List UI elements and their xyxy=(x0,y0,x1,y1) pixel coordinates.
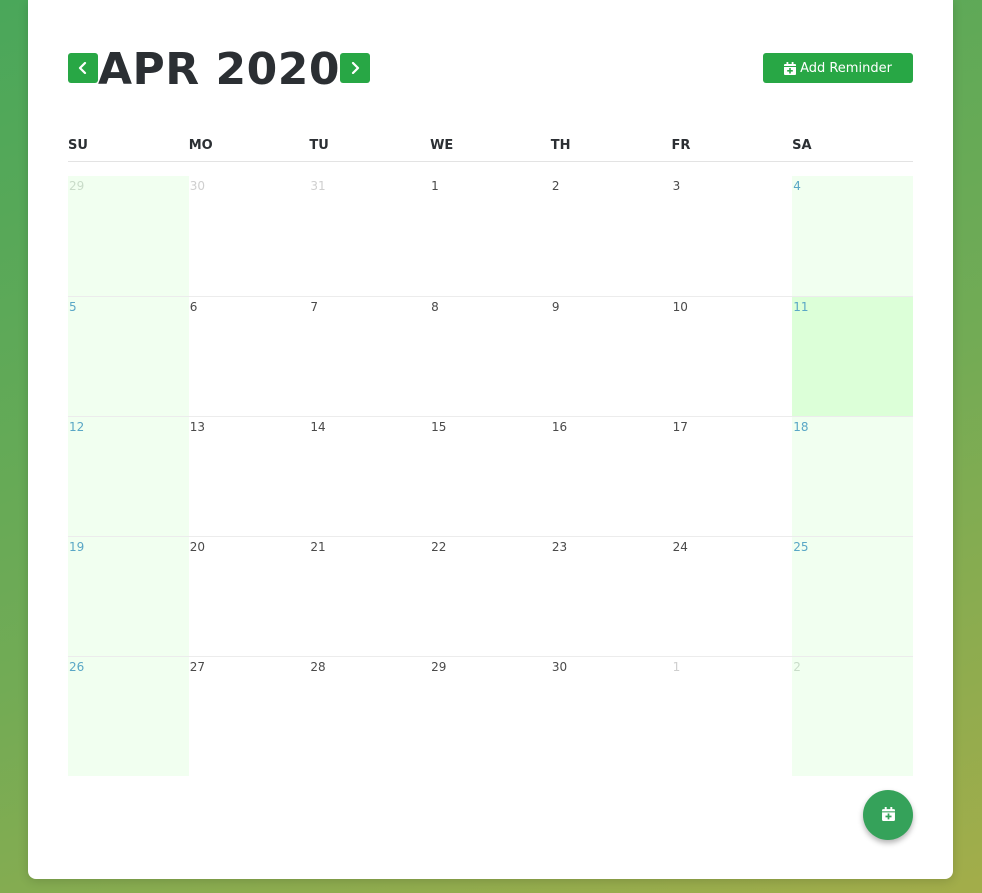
calendar-day-cell[interactable]: 31 xyxy=(309,176,430,296)
calendar-day-cell[interactable]: 29 xyxy=(430,656,551,776)
calendar-day-cell[interactable]: 18 xyxy=(792,416,913,536)
calendar-day-cell[interactable]: 15 xyxy=(430,416,551,536)
month-title: APR 2020 xyxy=(98,44,340,95)
calendar-day-cell[interactable]: 2 xyxy=(551,176,672,296)
weekday-header-row: SU MO TU WE TH FR SA xyxy=(68,136,913,162)
calendar-day-cell[interactable]: 7 xyxy=(309,296,431,416)
weekday-label: TU xyxy=(309,138,329,153)
calendar-day-cell[interactable]: 20 xyxy=(188,536,310,656)
weekday-label: FR xyxy=(671,138,691,153)
calendar-day-cell[interactable]: 11 xyxy=(792,296,913,416)
calendar-day-cell[interactable]: 30 xyxy=(550,656,672,776)
calendar-day-cell[interactable]: 13 xyxy=(188,416,310,536)
add-reminder-button[interactable]: Add Reminder xyxy=(763,53,913,83)
calendar-card: APR 2020 Add Reminder SU MO TU WE TH FR … xyxy=(28,0,953,879)
floating-add-reminder-button[interactable] xyxy=(863,790,913,840)
prev-month-button[interactable] xyxy=(68,53,98,83)
calendar-day-cell[interactable]: 9 xyxy=(550,296,672,416)
calendar-day-cell[interactable]: 27 xyxy=(188,656,310,776)
calendar-plus-icon xyxy=(881,806,895,825)
next-month-button[interactable] xyxy=(339,53,370,83)
calendar-day-cell[interactable]: 6 xyxy=(188,296,310,416)
calendar-day-cell[interactable]: 22 xyxy=(430,536,551,656)
calendar-header: APR 2020 xyxy=(68,46,370,94)
weekday-label: MO xyxy=(188,138,213,153)
calendar-day-cell[interactable]: 16 xyxy=(550,416,672,536)
calendar-day-cell[interactable]: 12 xyxy=(68,416,189,536)
calendar-day-cell[interactable]: 23 xyxy=(550,536,672,656)
calendar-day-cell[interactable]: 29 xyxy=(68,176,189,296)
calendar-day-cell[interactable]: 1 xyxy=(430,176,551,296)
calendar-day-cell[interactable]: 24 xyxy=(671,536,793,656)
calendar-day-cell[interactable]: 4 xyxy=(792,176,913,296)
calendar-day-cell[interactable]: 8 xyxy=(430,296,551,416)
calendar-day-cell[interactable]: 10 xyxy=(671,296,793,416)
calendar-day-cell[interactable]: 26 xyxy=(68,656,189,776)
calendar-day-cell[interactable]: 30 xyxy=(189,176,310,296)
chevron-right-icon xyxy=(350,59,360,78)
calendar-day-cell[interactable]: 21 xyxy=(309,536,431,656)
weekday-label: SU xyxy=(68,138,88,153)
calendar-day-cell[interactable]: 14 xyxy=(309,416,431,536)
calendar-day-cell[interactable]: 19 xyxy=(68,536,189,656)
calendar-day-cell[interactable]: 2 xyxy=(792,656,913,776)
chevron-left-icon xyxy=(78,59,88,78)
calendar-grid: 29 30 31 1 2 3 4 5 6 7 8 9 10 11 12 13 14 15 16 17 18 19 20 21 2… xyxy=(68,176,913,776)
calendar-day-cell[interactable]: 17 xyxy=(671,416,793,536)
weekday-label: TH xyxy=(550,138,571,153)
calendar-day-cell[interactable]: 3 xyxy=(672,176,793,296)
calendar-day-cell[interactable]: 28 xyxy=(309,656,431,776)
weekday-label: WE xyxy=(430,138,454,153)
weekday-label: SA xyxy=(792,138,812,153)
calendar-day-cell[interactable]: 25 xyxy=(792,536,913,656)
calendar-day-cell[interactable]: 5 xyxy=(68,296,189,416)
calendar-day-cell[interactable]: 1 xyxy=(671,656,793,776)
calendar-plus-icon xyxy=(784,61,797,75)
add-reminder-label: Add Reminder xyxy=(800,60,892,76)
